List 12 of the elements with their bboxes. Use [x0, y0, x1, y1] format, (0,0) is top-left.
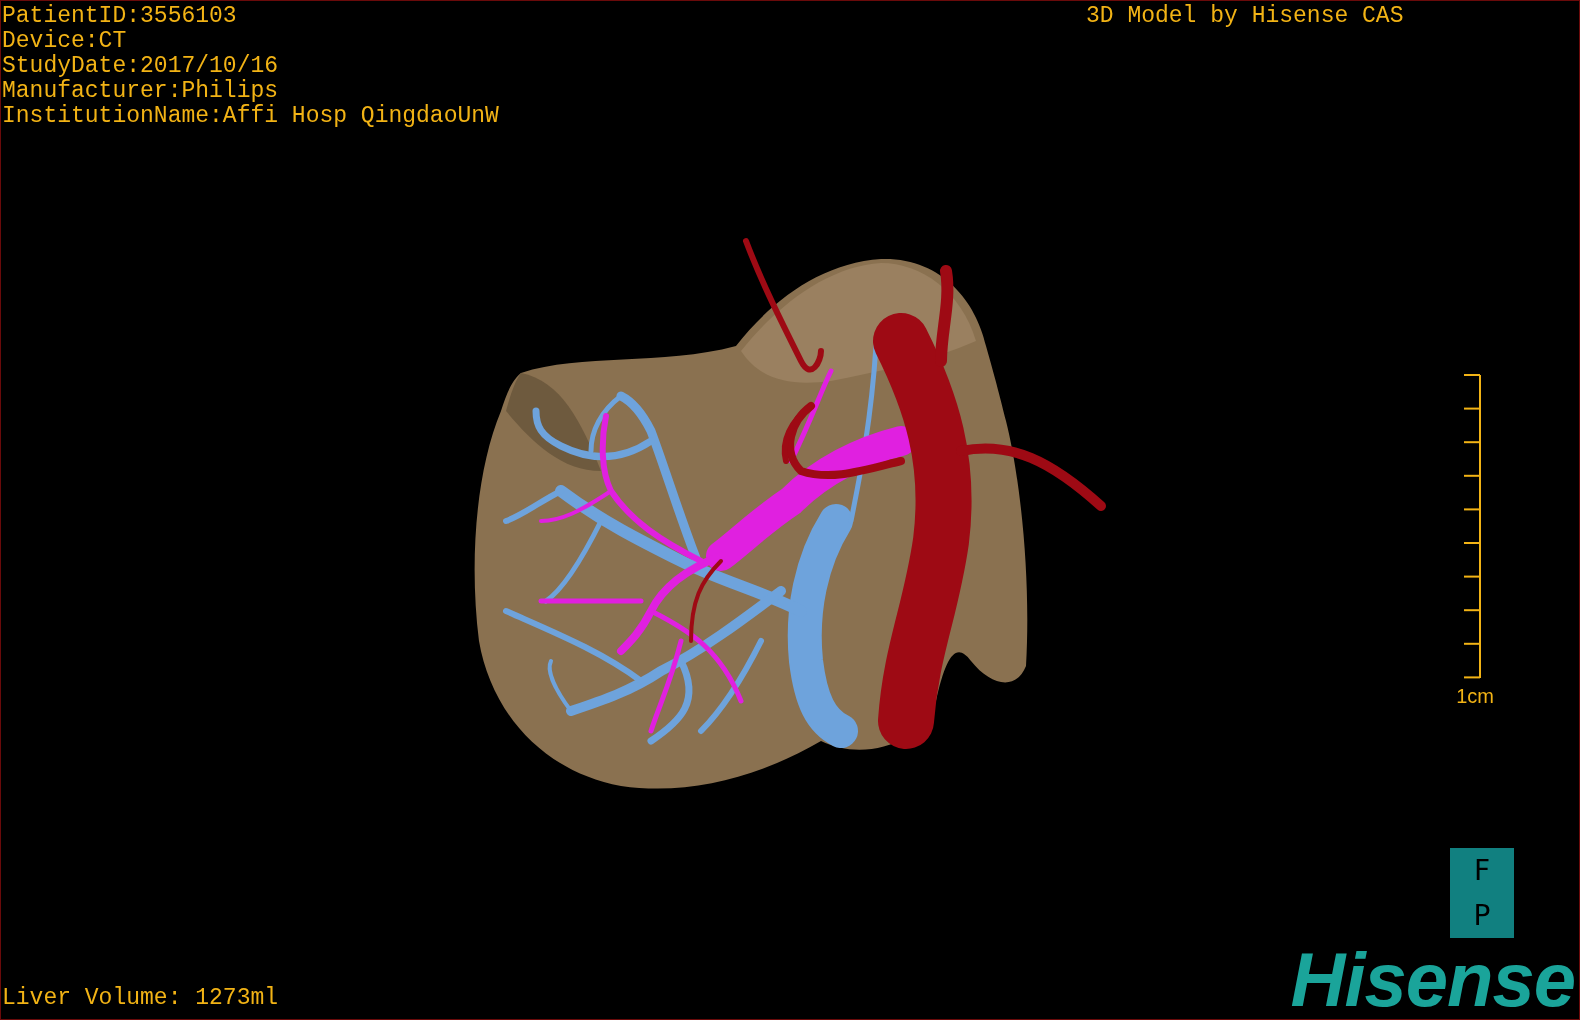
- info-line: StudyDate:2017/10/16: [2, 54, 280, 79]
- logo: Hisense: [1290, 947, 1575, 1013]
- liver-volume: Liver Volume: 1273ml: [2, 986, 279, 1011]
- orientation-letter: P: [1473, 900, 1491, 931]
- orientation-letter: F: [1473, 855, 1491, 886]
- scale-label: 1cm: [1456, 685, 1494, 707]
- info-line: Manufacturer:Philips: [2, 79, 280, 104]
- info-line: Device:CT: [2, 29, 128, 54]
- info-line: PatientID:3556103: [2, 4, 238, 29]
- info-line: InstitutionName:Affi Hosp QingdaoUnW: [2, 104, 499, 129]
- viewer-title: 3D Model by Hisense CAS: [1086, 4, 1404, 29]
- viewport-3d[interactable]: PatientID:3556103 Device:CT StudyDate:2017/10/16 Manufacturer:Philips InstitutionName:Affi Hosp QingdaoUnW 3D Model by Hisense CAS 1cm F P Liver Volume: 1273ml Hisense: [0, 0, 1580, 1020]
